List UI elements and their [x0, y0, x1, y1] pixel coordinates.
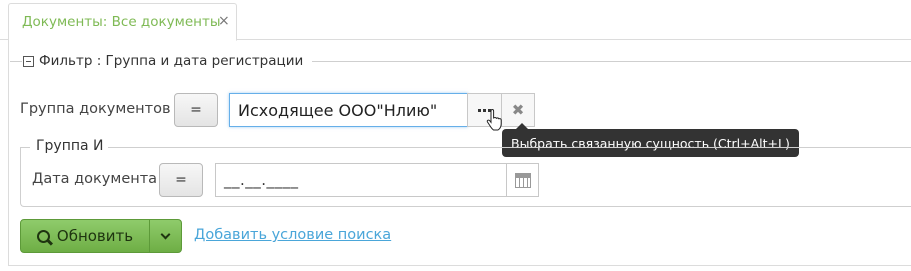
hand-cursor-icon [486, 109, 502, 131]
chevron-down-icon [160, 229, 171, 239]
collapse-icon[interactable] [23, 55, 34, 67]
tab-strip: Документы: Все документы × [0, 0, 911, 41]
group-and-legend: Группа И [36, 138, 104, 154]
calendar-button[interactable] [506, 163, 539, 197]
document-group-operator-button[interactable]: = [174, 93, 218, 127]
tab-all-documents[interactable]: Документы: Все документы × [8, 3, 237, 41]
fieldset-border [10, 61, 22, 62]
refresh-split-button: Обновить [20, 219, 182, 253]
fieldset-border [312, 61, 911, 62]
document-group-input[interactable]: Исходящее ООО"Нлию" [229, 93, 468, 127]
fieldset-border [108, 147, 911, 148]
document-date-input[interactable]: __.__.____ [215, 163, 507, 197]
calendar-icon [514, 172, 531, 188]
document-date-operator-button[interactable]: = [159, 163, 203, 197]
add-search-condition-link[interactable]: Добавить условие поиска [194, 227, 391, 243]
clear-icon: ✖ [511, 101, 525, 119]
search-icon [36, 229, 50, 243]
document-group-label: Группа документов [20, 101, 171, 117]
tab-title: Документы: Все документы [22, 14, 221, 30]
filter-legend[interactable]: Фильтр : Группа и дата регистрации [23, 52, 303, 70]
refresh-label: Обновить [56, 227, 134, 245]
clear-button[interactable]: ✖ [501, 93, 535, 127]
refresh-dropdown-toggle[interactable] [150, 220, 181, 252]
filter-legend-text: Фильтр : Группа и дата регистрации [39, 53, 304, 69]
close-icon[interactable]: × [218, 13, 230, 29]
refresh-button[interactable]: Обновить [21, 220, 149, 252]
document-date-label: Дата документа [32, 171, 158, 187]
fieldset-border [20, 147, 30, 148]
